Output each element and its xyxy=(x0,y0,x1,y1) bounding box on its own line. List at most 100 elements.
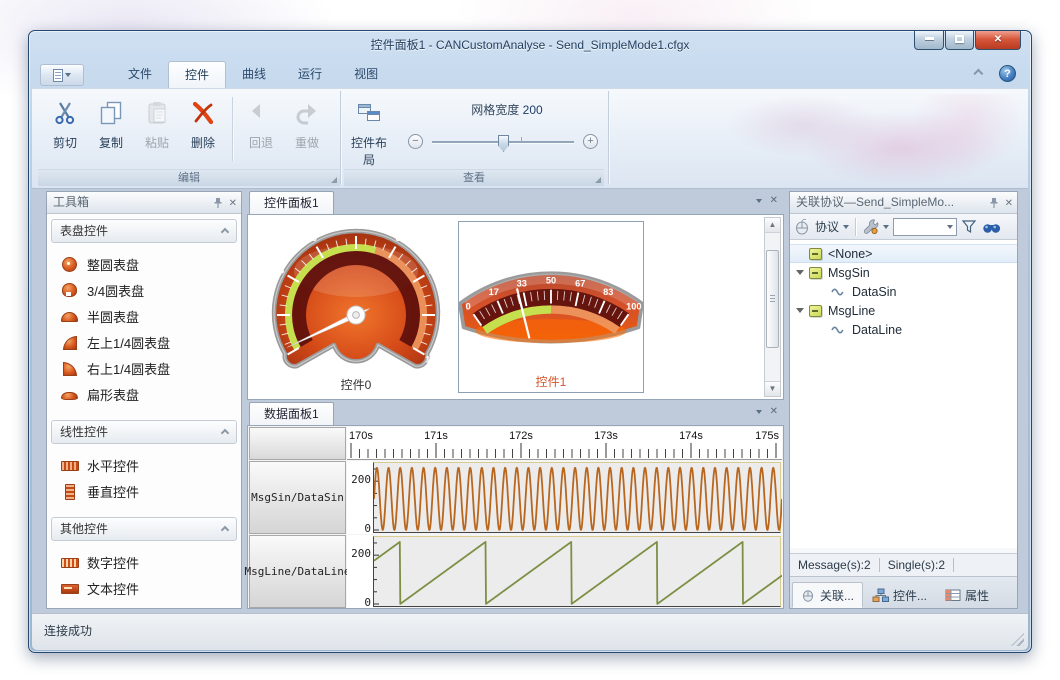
slider-thumb[interactable] xyxy=(498,135,509,152)
protocol-bottom-tabs: 关联... 控件... 属性 xyxy=(790,576,1017,608)
toolbox-item[interactable]: 文本控件 xyxy=(47,575,241,601)
ribbon: 剪切 复制 粘贴 删除 回退 xyxy=(32,88,1028,189)
control-canvas[interactable]: 013253850637588100 控件0 01733506783100 控件… xyxy=(247,214,784,400)
tab-controls[interactable]: 控件... xyxy=(863,582,936,608)
row-header-line[interactable]: MsgLine/DataLine xyxy=(249,535,346,608)
scissors-icon xyxy=(43,100,87,134)
tree-item-none[interactable]: <None> xyxy=(790,244,1017,263)
copy-button[interactable]: 复制 xyxy=(88,94,134,166)
tree-item-msgsin[interactable]: MsgSin xyxy=(790,263,1017,282)
expander-icon[interactable] xyxy=(796,308,804,313)
toolbox-section-header[interactable]: 其他控件 xyxy=(51,517,237,541)
redo-button[interactable]: 重做 xyxy=(284,94,330,166)
tree-item-datasin[interactable]: DataSin xyxy=(790,282,1017,301)
toolbox-item[interactable]: 垂直控件 xyxy=(47,478,241,504)
close-button[interactable]: ✕ xyxy=(975,31,1021,50)
cut-button[interactable]: 剪切 xyxy=(42,94,88,166)
scrollbar-thumb[interactable] xyxy=(766,250,779,348)
settings-wrench-icon[interactable] xyxy=(862,218,879,235)
ribbon-tab-view[interactable]: 视图 xyxy=(338,61,394,88)
time-ruler[interactable]: 170s171s172s173s174s175s xyxy=(347,427,782,460)
quarter-right-gauge-icon xyxy=(61,361,78,375)
ribbon-tab-run[interactable]: 运行 xyxy=(282,61,338,88)
toolbox-section-header[interactable]: 表盘控件 xyxy=(51,219,237,243)
paste-button[interactable]: 粘贴 xyxy=(134,94,180,166)
maximize-button[interactable] xyxy=(945,31,974,50)
row-header-sin[interactable]: MsgSin/DataSin xyxy=(249,461,346,534)
close-icon[interactable]: ✕ xyxy=(770,406,778,417)
toolbox-section-header[interactable]: 线性控件 xyxy=(51,420,237,444)
search-combobox[interactable] xyxy=(893,218,957,236)
three-quarter-gauge-icon xyxy=(61,283,78,297)
help-button[interactable]: ? xyxy=(999,65,1016,82)
tab-control-panel-1[interactable]: 控件面板1 xyxy=(249,191,334,214)
application-menu-button[interactable] xyxy=(40,64,84,86)
ribbon-tab-control[interactable]: 控件 xyxy=(168,61,226,88)
chevron-down-icon[interactable] xyxy=(843,225,849,229)
collapse-ribbon-button[interactable] xyxy=(971,66,989,82)
svg-text:63: 63 xyxy=(395,233,406,244)
tree-item-dataline[interactable]: DataLine xyxy=(790,320,1017,339)
y-tick-label: 0 xyxy=(364,596,371,609)
pin-icon[interactable] xyxy=(989,197,999,209)
half-gauge-icon xyxy=(61,309,78,323)
slider-minus-button[interactable]: − xyxy=(408,134,423,149)
slider-track[interactable] xyxy=(432,141,574,143)
protocol-panel-header: 关联协议—Send_SimpleMo... ✕ xyxy=(790,192,1017,214)
toolbox-item[interactable]: 扁形表盘 xyxy=(47,381,241,407)
toolbox-item[interactable]: 水平控件 xyxy=(47,452,241,478)
tab-association[interactable]: 关联... xyxy=(792,582,863,608)
waveform-plot-line xyxy=(373,536,781,607)
toolbox-item[interactable]: 半圆表盘 xyxy=(47,303,241,329)
svg-text:171s: 171s xyxy=(424,430,448,442)
dialog-launcher-icon[interactable] xyxy=(331,177,337,183)
toolbox-item[interactable]: 3/4圆表盘 xyxy=(47,277,241,303)
close-icon[interactable]: ✕ xyxy=(229,193,237,214)
vertical-scrollbar[interactable]: ▲ ▼ xyxy=(764,217,781,397)
scroll-up-button[interactable]: ▲ xyxy=(765,218,780,233)
control-layout-button[interactable]: 控件布局 xyxy=(346,94,392,166)
chevron-down-icon[interactable] xyxy=(756,410,762,414)
svg-text:25: 25 xyxy=(274,266,285,277)
minimize-button[interactable] xyxy=(914,31,944,50)
gauge-1-label: 控件1 xyxy=(459,373,643,390)
window-title: 控件面板1 - CANCustomAnalyse - Send_SimpleMo… xyxy=(371,38,690,52)
toolbox-item[interactable]: 数字控件 xyxy=(47,549,241,575)
protocol-button[interactable]: 协议 xyxy=(815,218,839,235)
document-icon xyxy=(53,69,63,82)
chevron-down-icon[interactable] xyxy=(883,225,889,229)
chevron-down-icon[interactable] xyxy=(756,199,762,203)
ribbon-tab-row: 文件 控件 曲线 运行 视图 ? xyxy=(32,61,1028,88)
gauge-control-0[interactable]: 013253850637588100 控件0 xyxy=(268,223,444,395)
gauge-control-1[interactable]: 01733506783100 控件1 xyxy=(458,221,644,393)
tab-data-panel-1[interactable]: 数据面板1 xyxy=(249,402,334,425)
gauge-0-label: 控件0 xyxy=(268,376,444,393)
toolbox-item[interactable]: 右上1/4圆表盘 xyxy=(47,355,241,381)
svg-text:88: 88 xyxy=(440,310,444,321)
scroll-down-button[interactable]: ▼ xyxy=(765,381,780,396)
chevron-down-icon xyxy=(65,73,71,77)
tree-item-msgline[interactable]: MsgLine xyxy=(790,301,1017,320)
expander-icon[interactable] xyxy=(796,270,804,275)
undo-button[interactable]: 回退 xyxy=(238,94,284,166)
toolbox-item[interactable]: 整圆表盘 xyxy=(47,251,241,277)
close-icon[interactable]: ✕ xyxy=(770,195,778,206)
close-icon[interactable]: ✕ xyxy=(1005,193,1013,214)
ribbon-tab-curve[interactable]: 曲线 xyxy=(226,61,282,88)
delete-button[interactable]: 删除 xyxy=(180,94,226,166)
tab-properties[interactable]: 属性 xyxy=(936,582,998,608)
pin-icon[interactable] xyxy=(213,197,223,209)
slider-plus-button[interactable]: + xyxy=(583,134,598,149)
filter-funnel-icon[interactable] xyxy=(961,219,978,235)
mouse-icon xyxy=(801,588,816,602)
resize-grip[interactable] xyxy=(1011,633,1024,646)
toolbox-body: 表盘控件整圆表盘3/4圆表盘半圆表盘左上1/4圆表盘右上1/4圆表盘扁形表盘线性… xyxy=(47,214,241,608)
svg-text:100: 100 xyxy=(425,355,441,366)
binoculars-search-icon[interactable] xyxy=(982,219,1001,235)
toolbox-item[interactable]: 左上1/4圆表盘 xyxy=(47,329,241,355)
dialog-launcher-icon[interactable] xyxy=(595,177,601,183)
titlebar[interactable]: 控件面板1 - CANCustomAnalyse - Send_SimpleMo… xyxy=(29,31,1031,61)
ribbon-tab-file[interactable]: 文件 xyxy=(112,61,168,88)
protocol-status: Message(s):2 Single(s):2 xyxy=(790,553,1017,576)
data-panel: 数据面板1 ✕ 170s171s172s173s174s175s MsgSin/… xyxy=(247,402,784,609)
